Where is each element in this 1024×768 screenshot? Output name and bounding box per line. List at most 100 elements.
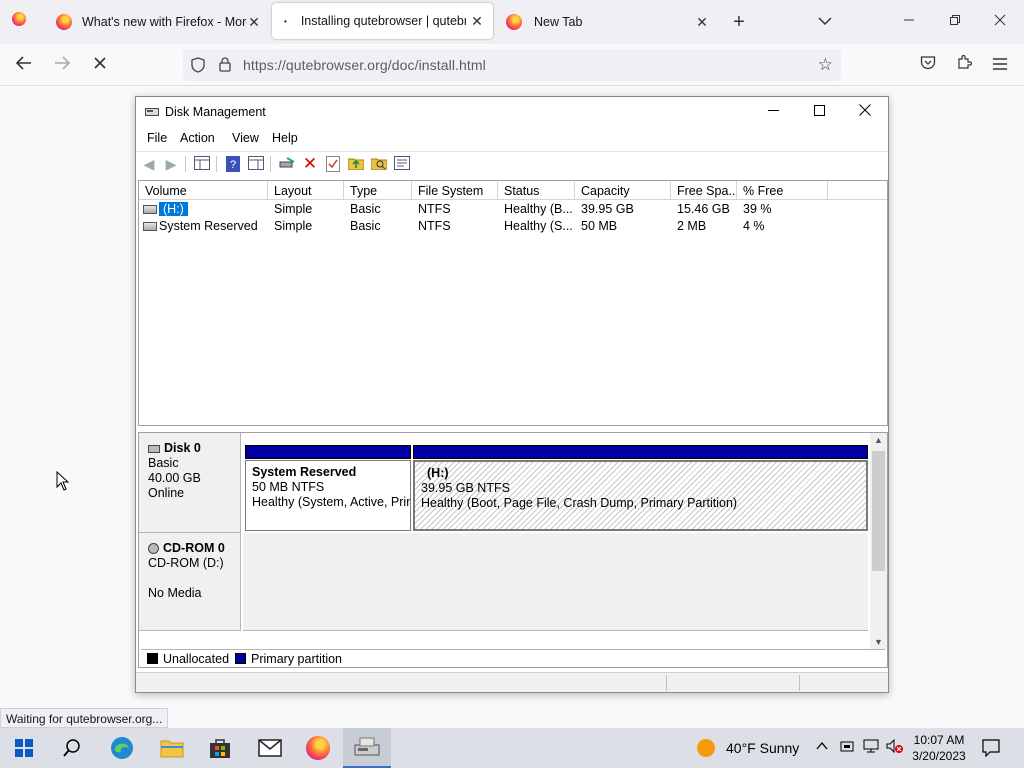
scroll-up-icon[interactable]: ▲ (870, 433, 887, 447)
tab-installing-qutebrowser[interactable]: • Installing qutebrowser | qutebr ✕ (272, 3, 493, 39)
firefox-icon (506, 14, 522, 30)
settings-list-icon[interactable] (394, 156, 410, 172)
partition-h-drive[interactable]: (H:) 39.95 GB NTFS Healthy (Boot, Page F… (413, 445, 868, 531)
column-header-capacity[interactable]: Capacity (575, 181, 671, 200)
properties-icon[interactable] (248, 156, 264, 172)
store-app[interactable] (196, 728, 244, 768)
toolbar-separator (185, 156, 186, 172)
title-bar[interactable]: Disk Management (136, 97, 888, 127)
toolbar-separator (216, 156, 217, 172)
vertical-scrollbar[interactable]: ▲ ▼ (870, 433, 887, 649)
column-header-layout[interactable]: Layout (268, 181, 344, 200)
notifications-icon[interactable] (982, 739, 1000, 760)
pocket-button[interactable] (916, 54, 940, 76)
browser-status-text: Waiting for qutebrowser.org... (0, 708, 169, 728)
menu-file[interactable]: File (147, 131, 167, 145)
firefox-app[interactable] (294, 728, 342, 768)
list-all-tabs-button[interactable] (815, 12, 835, 32)
network-icon[interactable] (863, 739, 879, 756)
stop-loading-button[interactable] (88, 54, 112, 76)
back-button[interactable] (12, 54, 36, 76)
clock[interactable]: 10:07 AM 3/20/2023 (912, 732, 966, 764)
close-window-button[interactable] (990, 12, 1010, 32)
close-tab-icon[interactable]: ✕ (694, 14, 710, 30)
new-tab-button[interactable]: + (729, 12, 749, 32)
weather-sun-icon[interactable] (696, 738, 716, 761)
legend-swatch-primary-partition (235, 653, 247, 664)
mail-app[interactable] (246, 728, 294, 768)
close-tab-icon[interactable]: ✕ (469, 13, 485, 29)
disk-management-app[interactable] (343, 728, 391, 768)
folder-up-icon[interactable] (347, 156, 365, 172)
weather-text[interactable]: 40°F Sunny (726, 740, 799, 756)
partition-body: System Reserved 50 MB NTFS Healthy (Syst… (245, 460, 411, 531)
scroll-down-icon[interactable]: ▼ (870, 635, 887, 649)
menu-help[interactable]: Help (272, 131, 298, 145)
navigation-toolbar: https://qutebrowser.org/doc/install.html… (0, 44, 1024, 86)
help-icon[interactable]: ? (225, 156, 241, 172)
scrollbar-thumb[interactable] (872, 451, 885, 571)
connect-drive-icon[interactable] (279, 156, 295, 172)
check-icon[interactable] (325, 156, 341, 172)
minimize-button[interactable] (899, 12, 919, 32)
edge-app[interactable] (98, 728, 146, 768)
disk-icon (148, 444, 160, 453)
back-arrow-icon[interactable]: ◀ (141, 156, 157, 172)
column-header-percent-free[interactable]: % Free (737, 181, 828, 200)
start-button[interactable] (0, 728, 48, 768)
menu-bar: File Action View Help (136, 127, 888, 149)
store-bag-icon (210, 739, 230, 758)
firefox-icon (56, 14, 72, 30)
disk-management-window[interactable]: Disk Management File Action View Help ◀ … (135, 96, 889, 693)
menu-action[interactable]: Action (180, 131, 215, 145)
tab-new-tab[interactable]: New Tab ✕ (496, 0, 718, 44)
status-bar-divider (666, 675, 667, 691)
delete-icon[interactable]: ✕ (302, 155, 318, 172)
forward-button[interactable] (50, 54, 74, 76)
cdrom-0-area[interactable] (243, 533, 868, 631)
file-explorer-app[interactable] (148, 728, 196, 768)
restore-button[interactable] (945, 12, 965, 32)
firefox-view-button[interactable] (9, 12, 29, 32)
table-row[interactable]: (H:) Simple Basic NTFS Healthy (B... 39.… (139, 201, 887, 218)
disk-state: Online (148, 486, 185, 500)
partition-system-reserved[interactable]: System Reserved 50 MB NTFS Healthy (Syst… (245, 445, 411, 531)
url-bar[interactable]: https://qutebrowser.org/doc/install.html… (183, 49, 841, 81)
column-header-volume[interactable]: Volume (139, 181, 268, 200)
extensions-puzzle-icon[interactable] (952, 54, 976, 76)
partition-bar (413, 445, 868, 459)
tab-title: What's new with Firefox - More (82, 15, 247, 29)
lock-icon[interactable] (219, 57, 231, 75)
disk-graphical-view[interactable]: Disk 0 Basic 40.00 GB Online System Rese… (138, 432, 888, 668)
column-header-file-system[interactable]: File System (412, 181, 498, 200)
close-tab-icon[interactable]: ✕ (246, 14, 262, 30)
minimize-button[interactable] (750, 97, 796, 127)
menu-view[interactable]: View (232, 131, 259, 145)
free-space-cell: 15.46 GB (677, 202, 730, 216)
column-header-free-space[interactable]: Free Spa... (671, 181, 737, 200)
usb-device-icon[interactable] (840, 739, 854, 756)
tab-whats-new[interactable]: What's new with Firefox - More ✕ (44, 0, 270, 44)
show-hide-console-tree-icon[interactable] (194, 156, 210, 172)
column-header-type[interactable]: Type (344, 181, 412, 200)
layout-cell: Simple (274, 202, 313, 216)
disk-0-label[interactable]: Disk 0 Basic 40.00 GB Online (139, 433, 241, 533)
volume-list[interactable]: Volume Layout Type File System Status Ca… (138, 180, 888, 426)
cdrom-0-label[interactable]: CD-ROM 0 CD-ROM (D:) No Media (139, 533, 241, 631)
type-cell: Basic (350, 219, 381, 233)
hamburger-menu-icon[interactable] (988, 54, 1012, 76)
bookmark-star-icon[interactable]: ☆ (818, 55, 833, 75)
column-header-status[interactable]: Status (498, 181, 575, 200)
show-hidden-icons-chevron-up-icon[interactable] (816, 739, 828, 755)
disk-management-app-icon (145, 108, 159, 116)
tracking-protection-shield-icon[interactable] (191, 57, 205, 76)
volume-muted-icon[interactable] (886, 738, 904, 756)
tab-title: Installing qutebrowser | qutebr (300, 14, 466, 28)
close-button[interactable] (842, 97, 888, 127)
folder-search-icon[interactable] (370, 156, 388, 172)
forward-arrow-icon[interactable]: ▶ (163, 156, 179, 172)
search-button[interactable] (48, 728, 96, 768)
maximize-button[interactable] (796, 97, 842, 127)
type-cell: Basic (350, 202, 381, 216)
table-row[interactable]: System Reserved Simple Basic NTFS Health… (139, 218, 887, 235)
